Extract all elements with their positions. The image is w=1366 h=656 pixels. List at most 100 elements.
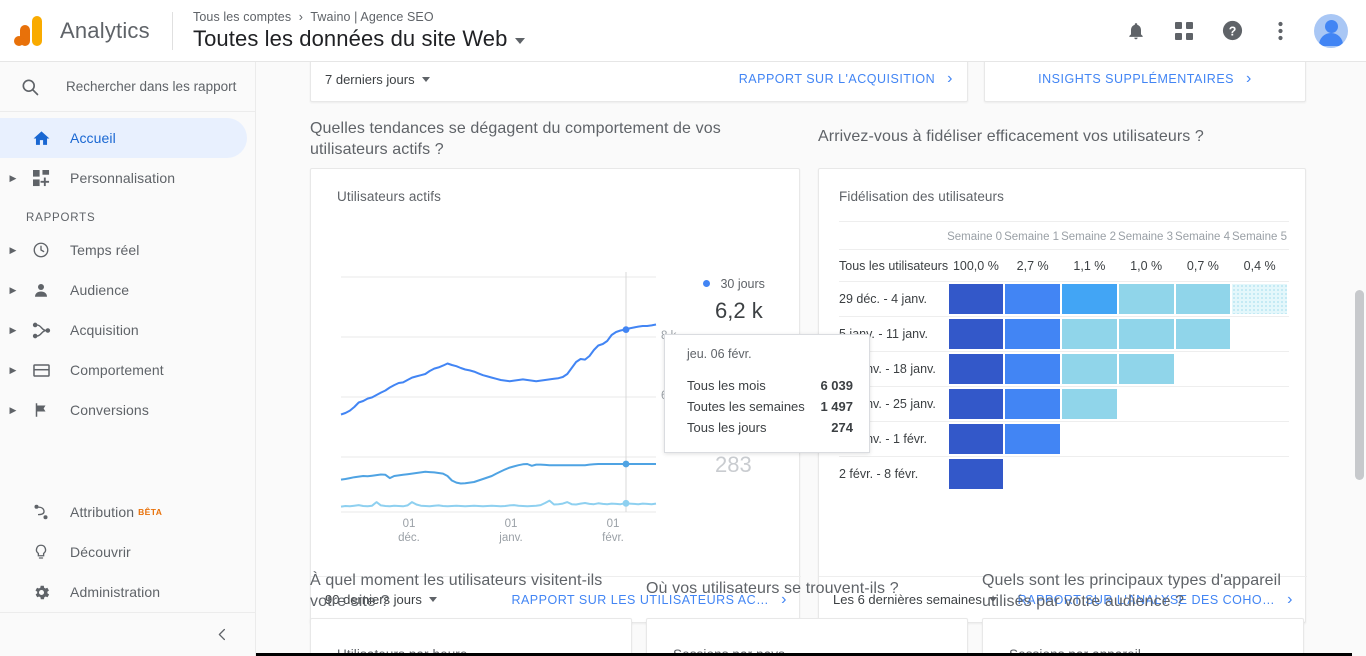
sidebar-item-label: Temps réel [70, 242, 140, 258]
analytics-logo-wrap[interactable]: Analytics [0, 14, 168, 48]
legend-entry-30-jours[interactable]: 30 jours 6,2 k [703, 275, 803, 324]
customization-icon [26, 169, 56, 187]
cohort-cell[interactable] [1005, 284, 1060, 314]
cohort-cell[interactable] [1176, 354, 1231, 384]
sidebar-item-label: Audience [70, 282, 130, 298]
cohort-cell[interactable] [1118, 354, 1174, 384]
cohort-summary-value: 1,1 % [1073, 258, 1106, 273]
cohort-cell[interactable] [1005, 354, 1060, 384]
cohort-cell[interactable] [948, 424, 1004, 454]
sidebar-item-administration[interactable]: Administration [0, 572, 256, 612]
legend-color-swatch [703, 280, 710, 288]
cohort-cell[interactable] [948, 284, 1004, 314]
breadcrumb-property[interactable]: Twaino | Agence SEO [310, 10, 433, 24]
cohort-cell[interactable] [1232, 319, 1287, 349]
google-analytics-logo-icon [14, 14, 48, 48]
cohort-cell[interactable] [1176, 389, 1231, 419]
expand-arrow-icon[interactable]: ▶ [0, 325, 26, 336]
cohort-cell[interactable] [1005, 459, 1060, 489]
cohort-cell[interactable] [1176, 424, 1231, 454]
acquisition-card-footer: 7 derniers jours RAPPORT SUR L'ACQUISITI… [310, 62, 968, 102]
cohort-cell[interactable] [1062, 319, 1117, 349]
sidebar-item-comportement[interactable]: ▶ Comportement [0, 350, 255, 390]
tooltip-row-value: 6 039 [820, 378, 853, 393]
cohort-cell[interactable] [1175, 319, 1231, 349]
cohort-cell[interactable] [1232, 354, 1287, 384]
sidebar-item-personnalisation[interactable]: ▶ Personnalisation [0, 158, 255, 198]
sidebar-item-accueil[interactable]: Accueil [0, 118, 247, 158]
sidebar-bottom-group: Attribution BÊTA Découvrir Administratio… [0, 492, 256, 656]
expand-arrow-icon[interactable]: ▶ [0, 245, 26, 256]
expand-arrow-icon[interactable]: ▶ [0, 405, 26, 416]
cohort-cell[interactable] [1175, 284, 1231, 314]
notifications-bell-icon[interactable] [1122, 17, 1150, 45]
insights-link[interactable]: INSIGHTS SUPPLÉMENTAIRES › [1038, 70, 1252, 88]
cohort-cell[interactable] [1005, 389, 1060, 419]
cohort-cell[interactable] [948, 459, 1004, 489]
search-icon [22, 79, 39, 95]
breadcrumb[interactable]: Tous les comptes › Twaino | Agence SEO [193, 10, 525, 24]
acquisition-date-range-dropdown[interactable]: 7 derniers jours [325, 72, 430, 87]
cohort-column-header: Semaine 2 [1061, 231, 1117, 243]
cohort-table: Semaine 0 Semaine 1 Semaine 2 Semaine 3 … [839, 221, 1289, 491]
cohort-cell[interactable] [948, 319, 1004, 349]
tooltip-row-value: 274 [831, 420, 853, 435]
date-range-label: 7 derniers jours [325, 71, 415, 87]
top-app-bar: Analytics Tous les comptes › Twaino | Ag… [0, 0, 1366, 62]
chart-line-7-jours [340, 463, 656, 485]
sidebar-item-decouvrir[interactable]: Découvrir [0, 532, 256, 572]
sidebar-item-attribution[interactable]: Attribution BÊTA [0, 492, 256, 532]
cohort-row: 5 janv. - 11 janv. [839, 316, 1289, 351]
cohort-cell[interactable] [1062, 284, 1117, 314]
chart-line-30-jours [340, 323, 657, 416]
apps-grid-icon[interactable] [1170, 17, 1198, 45]
cohort-cell[interactable] [1062, 459, 1117, 489]
chart-marker-1-jour [622, 499, 630, 507]
users-by-hour-card-title: Utilisateurs par heure [337, 647, 468, 656]
sidebar-item-label: Découvrir [70, 544, 131, 560]
page-scrollbar[interactable] [1352, 62, 1366, 656]
beta-badge: BÊTA [138, 507, 163, 517]
cohort-cell[interactable] [1062, 354, 1117, 384]
cohort-cell[interactable] [1119, 424, 1174, 454]
more-options-icon[interactable] [1266, 17, 1294, 45]
cohort-cell[interactable] [1119, 389, 1174, 419]
insights-card-footer: INSIGHTS SUPPLÉMENTAIRES › [984, 62, 1306, 102]
sidebar-section-label: RAPPORTS [26, 212, 96, 224]
cohort-cell[interactable] [1062, 389, 1117, 419]
cohort-cell[interactable] [1232, 459, 1287, 489]
cohort-cell[interactable] [1232, 424, 1287, 454]
x-tick-label: 01 févr. [602, 518, 624, 544]
search-input[interactable]: Rechercher dans les rapport [0, 62, 255, 112]
x-tick-label: 01 déc. [398, 518, 420, 544]
user-avatar[interactable] [1314, 13, 1348, 48]
cohort-cell[interactable] [1118, 284, 1174, 314]
sidebar-item-acquisition[interactable]: ▶ Acquisition [0, 310, 255, 350]
legend-label: 30 jours [720, 277, 765, 291]
cohort-cell[interactable] [1118, 319, 1174, 349]
sidebar-item-conversions[interactable]: ▶ Conversions [0, 390, 255, 430]
expand-arrow-icon[interactable]: ▶ [0, 173, 26, 184]
cohort-cell[interactable] [948, 354, 1004, 384]
breadcrumb-account[interactable]: Tous les comptes [193, 10, 291, 24]
chevron-down-icon[interactable] [515, 37, 526, 44]
sidebar-item-label: Administration [70, 584, 161, 600]
page-title[interactable]: Toutes les données du site Web [193, 26, 526, 52]
cohort-cell[interactable] [1232, 389, 1287, 419]
sidebar-item-audience[interactable]: ▶ Audience [0, 270, 255, 310]
cohort-cell[interactable] [1232, 284, 1287, 314]
sidebar-item-temps-reel[interactable]: ▶ Temps réel [0, 230, 255, 270]
cohort-column-header: Semaine 1 [1004, 231, 1060, 243]
sidebar-collapse-button[interactable] [0, 612, 256, 656]
cohort-cell[interactable] [948, 389, 1004, 419]
acquisition-report-link[interactable]: RAPPORT SUR L'ACQUISITION › [739, 70, 953, 88]
scrollbar-thumb[interactable] [1355, 290, 1364, 480]
cohort-cell[interactable] [1176, 459, 1231, 489]
cohort-cell[interactable] [1005, 319, 1060, 349]
expand-arrow-icon[interactable]: ▶ [0, 365, 26, 376]
help-icon[interactable]: ? [1218, 17, 1246, 45]
cohort-cell[interactable] [1119, 459, 1174, 489]
expand-arrow-icon[interactable]: ▶ [0, 285, 26, 296]
cohort-cell[interactable] [1005, 424, 1060, 454]
cohort-cell[interactable] [1062, 424, 1117, 454]
